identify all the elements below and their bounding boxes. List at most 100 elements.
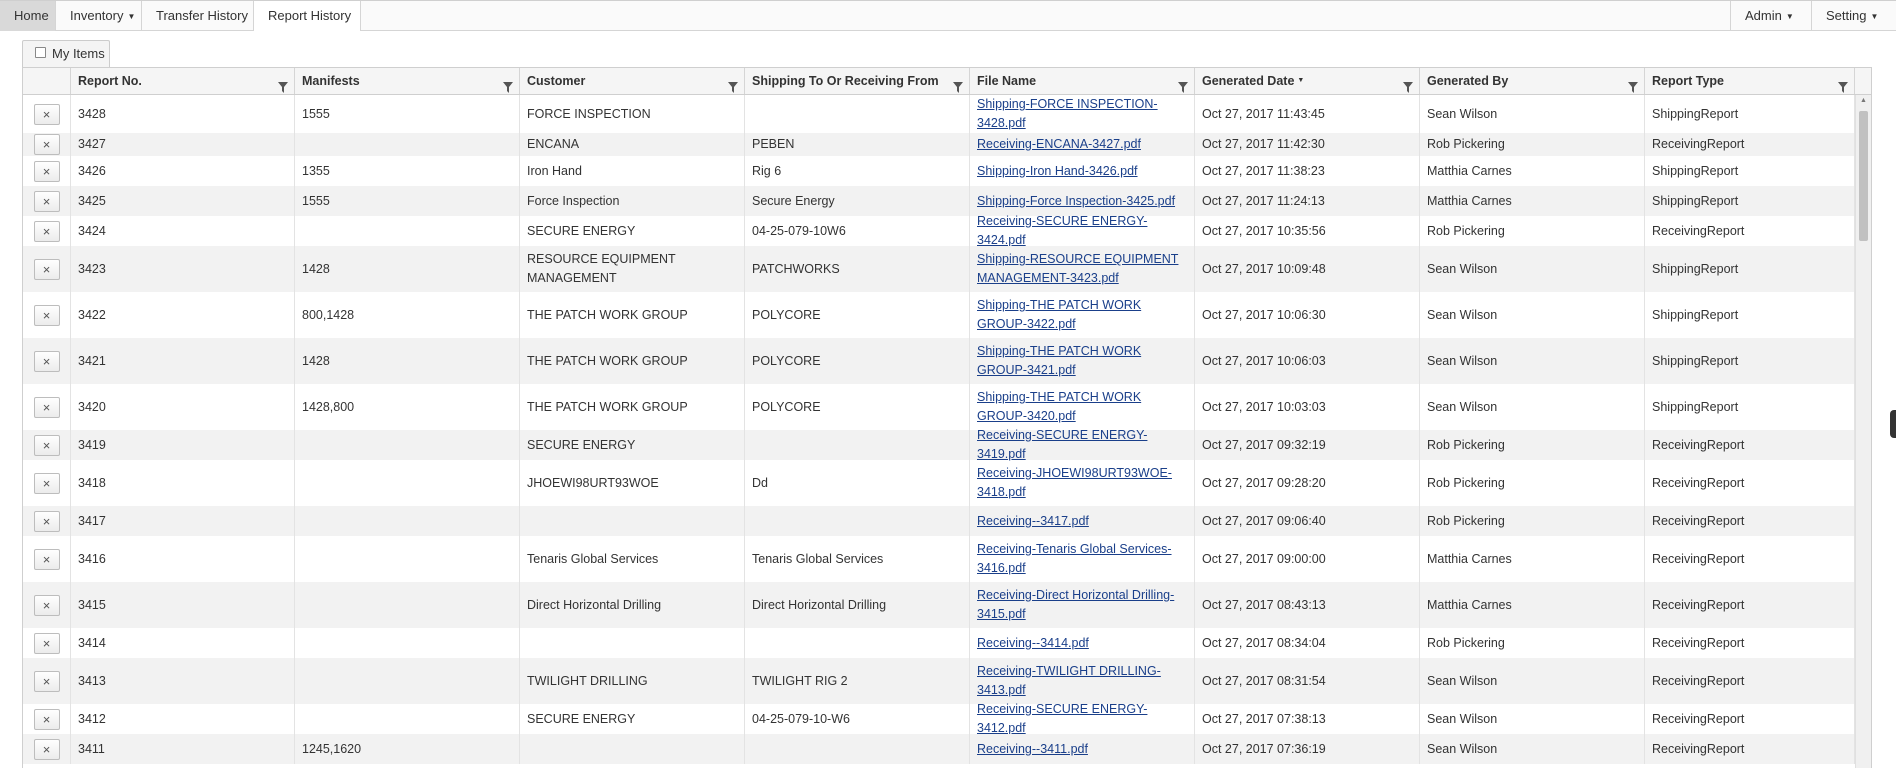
nav-transfer-history[interactable]: Transfer History — [142, 1, 254, 31]
cell-report-no-text: 3418 — [78, 475, 106, 490]
cell-report-no: 3423 — [71, 246, 295, 292]
file-link[interactable]: Shipping-RESOURCE EQUIPMENT MANAGEMENT-3… — [977, 250, 1187, 288]
delete-report-button[interactable]: × — [33, 472, 60, 494]
file-link[interactable]: Receiving-ENCANA-3427.pdf — [977, 135, 1141, 154]
file-link[interactable]: Receiving-SECURE ENERGY-3424.pdf — [977, 212, 1187, 250]
filter-icon[interactable] — [1178, 76, 1188, 93]
nav-inventory-label: Inventory — [70, 8, 124, 23]
file-link[interactable]: Shipping-THE PATCH WORK GROUP-3421.pdf — [977, 342, 1187, 380]
delete-report-button[interactable]: × — [33, 134, 60, 155]
table-row[interactable]: × 3420 1428,800 THE PATCH WORK GROUP POLYCOR… — [23, 384, 1871, 430]
cell-customer: JHOEWI98URT93WOE — [520, 460, 745, 506]
header-shipping-to[interactable]: Shipping To Or Receiving From — [745, 68, 970, 94]
table-row[interactable]: × 3414 Receiving--3414.pdf Oct 27, 2017 08:… — [23, 628, 1871, 658]
table-row[interactable]: × 3412 SECURE ENERGY 04-25-079-10-W6 Receivi… — [23, 702, 1871, 735]
filter-icon[interactable] — [1838, 76, 1848, 93]
header-generated-date[interactable]: Generated Date ▼ — [1195, 68, 1420, 94]
close-icon: × — [42, 223, 51, 239]
file-link[interactable]: Receiving-Direct Horizontal Drilling-341… — [977, 586, 1187, 624]
vertical-scrollbar[interactable]: ▲ — [1855, 95, 1871, 768]
file-link[interactable]: Shipping-THE PATCH WORK GROUP-3422.pdf — [977, 296, 1187, 334]
delete-report-button[interactable]: × — [33, 738, 60, 760]
nav-setting[interactable]: Setting ▼ — [1812, 1, 1896, 31]
table-row[interactable]: × 3411 1245,1620 Receiving--3411.pdf Oct 27,… — [23, 734, 1871, 764]
delete-report-button[interactable]: × — [33, 160, 60, 182]
cell-generated-date: Oct 27, 2017 07:38:13 — [1195, 704, 1420, 734]
header-report-type-label: Report Type — [1652, 74, 1724, 88]
table-row[interactable]: × 3421 1428 THE PATCH WORK GROUP POLYCORE Shi… — [23, 338, 1871, 384]
file-link[interactable]: Shipping-THE PATCH WORK GROUP-3420.pdf — [977, 388, 1187, 426]
my-items-toggle[interactable]: My Items — [22, 40, 110, 67]
cell-report-type: ShippingReport — [1645, 156, 1855, 186]
table-row[interactable]: × 3427 ENCANA PEBEN Receiving-ENCANA-3427.pd… — [23, 133, 1871, 156]
table-row[interactable]: × 3422 800,1428 THE PATCH WORK GROUP POLYCOR… — [23, 292, 1871, 338]
table-row[interactable]: × 3417 Receiving--3417.pdf Oct 27, 2017 09:… — [23, 506, 1871, 536]
table-row[interactable]: × 3423 1428 RESOURCE EQUIPMENT MANAGEMENT PA… — [23, 246, 1871, 292]
cell-report-no: 3428 — [71, 95, 295, 133]
file-link[interactable]: Receiving--3411.pdf — [977, 740, 1088, 759]
delete-report-button[interactable]: × — [33, 632, 60, 654]
side-panel-handle[interactable] — [1890, 410, 1896, 438]
delete-report-button[interactable]: × — [33, 670, 60, 692]
delete-report-button[interactable]: × — [33, 350, 60, 372]
my-items-checkbox[interactable] — [35, 47, 46, 58]
header-report-type[interactable]: Report Type — [1645, 68, 1855, 94]
table-row[interactable]: × 3424 SECURE ENERGY 04-25-079-10W6 Receivin… — [23, 214, 1871, 247]
delete-report-button[interactable]: × — [33, 304, 60, 326]
table-row[interactable]: × 3415 Direct Horizontal Drilling Direct Ho… — [23, 582, 1871, 628]
delete-report-button[interactable]: × — [33, 190, 60, 212]
header-generated-by[interactable]: Generated By — [1420, 68, 1645, 94]
delete-report-button[interactable]: × — [33, 103, 60, 125]
cell-report-no: 3411 — [71, 734, 295, 764]
cell-shipping-to: Direct Horizontal Drilling — [745, 582, 970, 628]
cell-report-no: 3422 — [71, 292, 295, 338]
file-link[interactable]: Shipping-FORCE INSPECTION-3428.pdf — [977, 95, 1187, 133]
scrollbar-thumb[interactable] — [1859, 111, 1868, 241]
delete-report-button[interactable]: × — [33, 396, 60, 418]
header-file-name[interactable]: File Name — [970, 68, 1195, 94]
file-link[interactable]: Receiving-Tenaris Global Services-3416.p… — [977, 540, 1187, 578]
file-link[interactable]: Shipping-Iron Hand-3426.pdf — [977, 162, 1138, 181]
scroll-up-icon[interactable]: ▲ — [1860, 97, 1867, 104]
cell-shipping-to-text: Dd — [752, 475, 768, 490]
nav-inventory[interactable]: Inventory ▼ — [56, 1, 142, 31]
file-link[interactable]: Receiving--3417.pdf — [977, 512, 1089, 531]
table-row[interactable]: × 3416 Tenaris Global Services Tenaris Glob… — [23, 536, 1871, 582]
file-link[interactable]: Receiving-JHOEWI98URT93WOE-3418.pdf — [977, 464, 1187, 502]
table-row[interactable]: × 3419 SECURE ENERGY Receiving-SECURE ENERG… — [23, 428, 1871, 461]
table-row[interactable]: × 3426 1355 Iron Hand Rig 6 Shipping-Iron Han… — [23, 156, 1871, 186]
delete-report-button[interactable]: × — [33, 548, 60, 570]
delete-report-button[interactable]: × — [33, 434, 60, 456]
nav-report-history[interactable]: Report History — [254, 1, 361, 31]
filter-icon[interactable] — [1628, 76, 1638, 93]
delete-report-button[interactable]: × — [33, 220, 60, 242]
file-link[interactable]: Receiving-SECURE ENERGY-3419.pdf — [977, 426, 1187, 464]
file-link[interactable]: Shipping-Force Inspection-3425.pdf — [977, 192, 1175, 211]
delete-report-button[interactable]: × — [33, 510, 60, 532]
file-link[interactable]: Receiving-SECURE ENERGY-3412.pdf — [977, 700, 1187, 738]
filter-icon[interactable] — [278, 76, 288, 93]
header-report-no[interactable]: Report No. — [71, 68, 295, 94]
nav-home[interactable]: Home — [0, 1, 56, 31]
nav-admin[interactable]: Admin ▼ — [1730, 1, 1812, 31]
file-link[interactable]: Receiving-TWILIGHT DRILLING-3413.pdf — [977, 662, 1187, 700]
filter-icon[interactable] — [953, 76, 963, 93]
header-manifests[interactable]: Manifests — [295, 68, 520, 94]
cell-file-name: Shipping-THE PATCH WORK GROUP-3420.pdf — [970, 384, 1195, 430]
table-row[interactable]: × 3418 JHOEWI98URT93WOE Dd Receiving-JHOEWI9… — [23, 460, 1871, 506]
file-link[interactable]: Receiving--3414.pdf — [977, 634, 1089, 653]
filter-icon[interactable] — [503, 76, 513, 93]
table-row[interactable]: × 3428 1555 FORCE INSPECTION Shipping-FORCE … — [23, 95, 1871, 133]
cell-manifests — [295, 430, 520, 460]
filter-icon[interactable] — [1403, 76, 1413, 93]
delete-report-button[interactable]: × — [33, 258, 60, 280]
header-customer[interactable]: Customer — [520, 68, 745, 94]
table-row[interactable]: × 3425 1555 Force Inspection Secure Energy Sh… — [23, 186, 1871, 216]
cell-report-type-text: ShippingReport — [1652, 163, 1739, 178]
delete-report-button[interactable]: × — [33, 594, 60, 616]
cell-generated-date: Oct 27, 2017 09:06:40 — [1195, 506, 1420, 536]
delete-report-button[interactable]: × — [33, 708, 60, 730]
cell-report-type: ShippingReport — [1645, 384, 1855, 430]
table-row[interactable]: × 3413 TWILIGHT DRILLING TWILIGHT RIG 2 Rece… — [23, 658, 1871, 704]
filter-icon[interactable] — [728, 76, 738, 93]
